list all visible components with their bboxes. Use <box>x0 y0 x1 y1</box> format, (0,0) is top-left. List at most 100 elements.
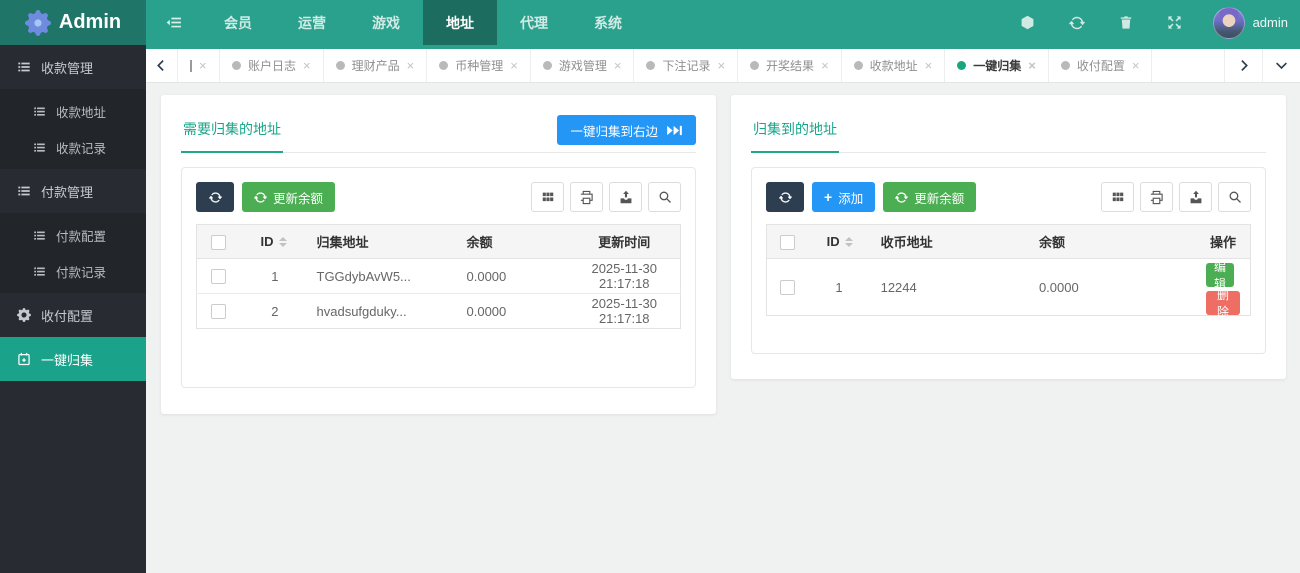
tab-dot-icon <box>439 61 448 70</box>
logo-gear-icon <box>25 10 51 36</box>
tabs-scroll-left-button[interactable] <box>146 49 178 82</box>
tab-close-icon[interactable]: × <box>407 59 415 72</box>
chevron-right-icon <box>1237 59 1250 72</box>
table-header-row: ID 收币地址 余额 操作 <box>767 225 1251 259</box>
tabbar-spacer <box>1152 49 1224 82</box>
sidebar-submenu-receive: 收款地址 收款记录 <box>0 89 146 169</box>
search-button[interactable] <box>1218 182 1251 212</box>
col-id[interactable]: ID <box>809 225 871 259</box>
sidebar-item-pay-records[interactable]: 付款记录 <box>0 253 146 289</box>
tab-close-icon[interactable]: × <box>925 59 933 72</box>
tab-one-click-collect[interactable]: 一键归集× <box>945 49 1049 82</box>
tabs-scroll-right-button[interactable] <box>1224 49 1262 82</box>
edit-button[interactable]: 编辑 <box>1206 263 1234 287</box>
tab-close-icon[interactable]: × <box>717 59 725 72</box>
refresh-table-button[interactable] <box>196 182 234 212</box>
sort-icon[interactable] <box>845 237 853 247</box>
tab-close-icon[interactable]: × <box>510 59 518 72</box>
export-icon <box>1189 190 1203 204</box>
tab-bet-records[interactable]: 下注记录× <box>634 49 738 82</box>
modules-button[interactable] <box>1003 0 1052 45</box>
tab-clipped[interactable]: × <box>178 49 220 82</box>
col-balance: 余额 <box>1029 225 1196 259</box>
collect-to-right-button[interactable]: 一键归集到右边 <box>557 115 696 145</box>
table-row[interactable]: 1 TGGdybAvW5... 0.0000 2025-11-30 21:17:… <box>197 259 681 294</box>
tab-game-mgmt[interactable]: 游戏管理× <box>531 49 635 82</box>
tab-currency-mgmt[interactable]: 币种管理× <box>427 49 531 82</box>
id-cell: 1 <box>809 259 871 316</box>
tab-lottery-results[interactable]: 开奖结果× <box>738 49 842 82</box>
sidebar-item-one-click-collect[interactable]: 一键归集 <box>0 337 146 381</box>
tab-account-log[interactable]: 账户日志× <box>220 49 324 82</box>
sort-icon[interactable] <box>279 237 287 247</box>
nav-item-games[interactable]: 游戏 <box>349 0 423 45</box>
select-cell <box>197 294 241 329</box>
print-button[interactable] <box>1140 182 1173 212</box>
admin-app: Admin 会员 运营 游戏 地址 代理 系统 admin 收款管理 <box>0 0 1300 573</box>
refresh-icon <box>779 191 792 204</box>
sidebar-item-label: 一键归集 <box>41 350 93 369</box>
row-checkbox[interactable] <box>211 269 226 284</box>
tab-close-icon[interactable]: × <box>1028 59 1036 72</box>
export-button[interactable] <box>609 182 642 212</box>
sidebar-item-pay-config[interactable]: 付款配置 <box>0 217 146 253</box>
fullscreen-button[interactable] <box>1150 0 1199 45</box>
updated-cell: 2025-11-30 21:17:18 <box>569 259 681 294</box>
print-button[interactable] <box>570 182 603 212</box>
search-button[interactable] <box>648 182 681 212</box>
nav-item-system[interactable]: 系统 <box>571 0 645 45</box>
select-cell <box>197 259 241 294</box>
tab-dot-icon <box>854 61 863 70</box>
tab-close-icon[interactable]: × <box>821 59 829 72</box>
tab-close-icon[interactable]: × <box>199 59 207 72</box>
delete-button[interactable]: 删除 <box>1206 291 1240 315</box>
export-button[interactable] <box>1179 182 1212 212</box>
card-view-button[interactable] <box>1101 182 1134 212</box>
update-balance-button[interactable]: 更新余额 <box>883 182 976 212</box>
sidebar-item-receive-address[interactable]: 收款地址 <box>0 93 146 129</box>
sidebar-item-receive-records[interactable]: 收款记录 <box>0 129 146 165</box>
tab-payment-settings[interactable]: 收付配置 × <box>1049 49 1153 82</box>
card-view-button[interactable] <box>531 182 564 212</box>
row-checkbox[interactable] <box>780 280 795 295</box>
nav-item-address[interactable]: 地址 <box>423 0 497 45</box>
select-all-checkbox[interactable] <box>211 235 226 250</box>
sidebar-submenu-pay: 付款配置 付款记录 <box>0 213 146 293</box>
tab-close-icon[interactable]: × <box>303 59 311 72</box>
balance-cell: 0.0000 <box>457 294 569 329</box>
sidebar-item-label: 收款记录 <box>56 138 106 157</box>
refresh-table-button[interactable] <box>766 182 804 212</box>
nav-item-operations[interactable]: 运营 <box>275 0 349 45</box>
sidebar-toggle[interactable] <box>146 0 201 45</box>
app-logo[interactable]: Admin <box>0 0 146 45</box>
tabs-menu-button[interactable] <box>1262 49 1300 82</box>
username-label[interactable]: admin <box>1253 15 1288 30</box>
tab-finance-products[interactable]: 理财产品× <box>324 49 428 82</box>
tab-label: 收付配置 <box>1077 57 1125 74</box>
table-row[interactable]: 2 hvadsufgduky... 0.0000 2025-11-30 21:1… <box>197 294 681 329</box>
col-collect-address: 归集地址 <box>307 225 457 259</box>
table-row[interactable]: 1 12244 0.0000 编辑 删除 <box>767 259 1251 316</box>
nav-item-members[interactable]: 会员 <box>201 0 275 45</box>
nav-item-agents[interactable]: 代理 <box>497 0 571 45</box>
sidebar-item-payment-settings[interactable]: 收付配置 <box>0 293 146 337</box>
add-address-button[interactable]: + 添加 <box>812 182 875 212</box>
row-checkbox[interactable] <box>211 304 226 319</box>
tab-receive-address[interactable]: 收款地址× <box>842 49 946 82</box>
select-all-checkbox[interactable] <box>780 235 795 250</box>
update-balance-label: 更新余额 <box>914 188 964 207</box>
tab-close-icon[interactable]: × <box>1132 59 1140 72</box>
refresh-button[interactable] <box>1052 0 1102 45</box>
tab-close-icon[interactable]: × <box>614 59 622 72</box>
list-icon <box>33 105 46 118</box>
clear-cache-button[interactable] <box>1102 0 1150 45</box>
clipped-label-fragment <box>190 60 192 72</box>
tab-dot-icon <box>232 61 241 70</box>
user-avatar[interactable] <box>1213 7 1245 39</box>
collect-target-table: ID 收币地址 余额 操作 1 12244 <box>766 224 1251 316</box>
add-button-label: 添加 <box>838 188 863 207</box>
col-id[interactable]: ID <box>241 225 307 259</box>
update-balance-button[interactable]: 更新余额 <box>242 182 335 212</box>
sidebar-item-receive-mgmt[interactable]: 收款管理 <box>0 45 146 89</box>
sidebar-item-pay-mgmt[interactable]: 付款管理 <box>0 169 146 213</box>
